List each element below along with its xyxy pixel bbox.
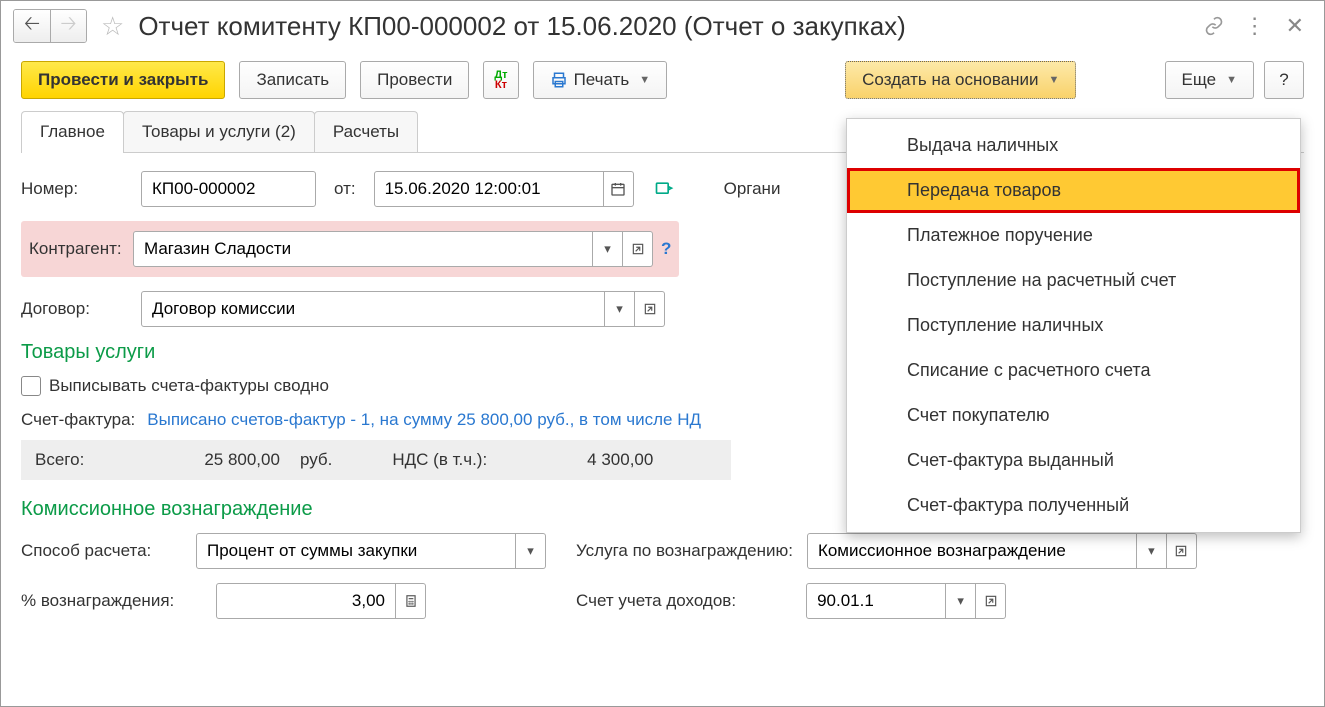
menu-item[interactable]: Счет покупателю: [847, 393, 1300, 438]
status-icon[interactable]: [654, 179, 674, 199]
service-label: Услуга по вознаграждению:: [576, 541, 793, 561]
dropdown-button[interactable]: ▾: [1137, 533, 1167, 569]
help-button[interactable]: ?: [1264, 61, 1304, 99]
contract-label: Договор:: [21, 299, 131, 319]
printer-icon: [550, 71, 568, 89]
window-title: Отчет комитенту КП00-000002 от 15.06.202…: [138, 11, 1312, 42]
counterparty-field[interactable]: [133, 231, 593, 267]
print-button[interactable]: Печать ▼: [533, 61, 668, 99]
tab-main[interactable]: Главное: [21, 111, 124, 152]
menu-item[interactable]: Передача товаров: [847, 168, 1300, 213]
account-field[interactable]: [806, 583, 946, 619]
chevron-down-icon: ▼: [639, 74, 650, 86]
open-button[interactable]: [623, 231, 653, 267]
menu-item[interactable]: Поступление на расчетный счет: [847, 258, 1300, 303]
method-field[interactable]: [196, 533, 516, 569]
link-icon[interactable]: [1204, 16, 1224, 36]
menu-item[interactable]: Платежное поручение: [847, 213, 1300, 258]
invoice-label: Счет-фактура:: [21, 410, 135, 430]
menu-item[interactable]: Поступление наличных: [847, 303, 1300, 348]
organization-label: Органи: [724, 179, 781, 199]
post-and-close-button[interactable]: Провести и закрыть: [21, 61, 225, 99]
open-button[interactable]: [1167, 533, 1197, 569]
post-button[interactable]: Провести: [360, 61, 469, 99]
open-button[interactable]: [976, 583, 1006, 619]
contract-field[interactable]: [141, 291, 605, 327]
total-label: Всего:: [35, 450, 84, 470]
create-based-label: Создать на основании: [862, 70, 1038, 90]
open-button[interactable]: [635, 291, 665, 327]
method-label: Способ расчета:: [21, 541, 186, 561]
menu-item[interactable]: Счет-фактура выданный: [847, 438, 1300, 483]
total-value: 25 800,00: [204, 450, 280, 470]
menu-item[interactable]: Счет-фактура полученный: [847, 483, 1300, 528]
chevron-down-icon: ▼: [1226, 74, 1237, 86]
summary-invoice-label: Выписывать счета-фактуры сводно: [49, 376, 329, 396]
dropdown-button[interactable]: ▾: [516, 533, 546, 569]
dropdown-button[interactable]: ▾: [946, 583, 976, 619]
favorite-star-icon[interactable]: ☆: [101, 11, 124, 42]
dropdown-button[interactable]: ▾: [593, 231, 623, 267]
nav-buttons: 🡠 🡢: [13, 9, 87, 43]
tab-goods[interactable]: Товары и услуги (2): [123, 111, 315, 152]
invoice-link[interactable]: Выписано счетов-фактур - 1, на сумму 25 …: [147, 410, 701, 430]
counterparty-row: Контрагент: ▾ ?: [21, 221, 679, 277]
number-label: Номер:: [21, 179, 131, 199]
menu-item[interactable]: Выдача наличных: [847, 123, 1300, 168]
vat-value: 4 300,00: [587, 450, 653, 470]
dropdown-button[interactable]: ▾: [605, 291, 635, 327]
print-label: Печать: [574, 70, 630, 90]
help-icon[interactable]: ?: [661, 239, 671, 259]
more-button[interactable]: Еще ▼: [1165, 61, 1254, 99]
date-field[interactable]: [374, 171, 604, 207]
counterparty-label: Контрагент:: [29, 239, 133, 259]
calendar-icon[interactable]: [604, 171, 634, 207]
close-icon[interactable]: ✕: [1286, 13, 1304, 39]
vat-label: НДС (в т.ч.):: [392, 450, 487, 470]
forward-button[interactable]: 🡢: [50, 10, 86, 42]
save-button[interactable]: Записать: [239, 61, 346, 99]
percent-label: % вознаграждения:: [21, 591, 206, 611]
totals-bar: Всего: 25 800,00 руб. НДС (в т.ч.): 4 30…: [21, 440, 731, 480]
account-label: Счет учета доходов:: [576, 591, 736, 611]
currency-label: руб.: [300, 450, 332, 470]
dtkt-button[interactable]: ДтКт: [483, 61, 518, 99]
tab-calculations[interactable]: Расчеты: [314, 111, 418, 152]
back-button[interactable]: 🡠: [14, 10, 50, 42]
kebab-menu-icon[interactable]: ⋮: [1244, 13, 1266, 39]
percent-field[interactable]: [216, 583, 396, 619]
service-field[interactable]: [807, 533, 1137, 569]
dtkt-icon: ДтКт: [494, 70, 507, 90]
number-field[interactable]: [141, 171, 316, 207]
menu-item[interactable]: Списание с расчетного счета: [847, 348, 1300, 393]
chevron-down-icon: ▼: [1049, 74, 1060, 86]
summary-invoice-checkbox[interactable]: [21, 376, 41, 396]
more-label: Еще: [1182, 70, 1217, 90]
create-based-button[interactable]: Создать на основании ▼: [845, 61, 1076, 99]
calculator-icon[interactable]: [396, 583, 426, 619]
date-label: от:: [334, 179, 356, 199]
create-based-menu: Выдача наличныхПередача товаровПлатежное…: [846, 118, 1301, 533]
